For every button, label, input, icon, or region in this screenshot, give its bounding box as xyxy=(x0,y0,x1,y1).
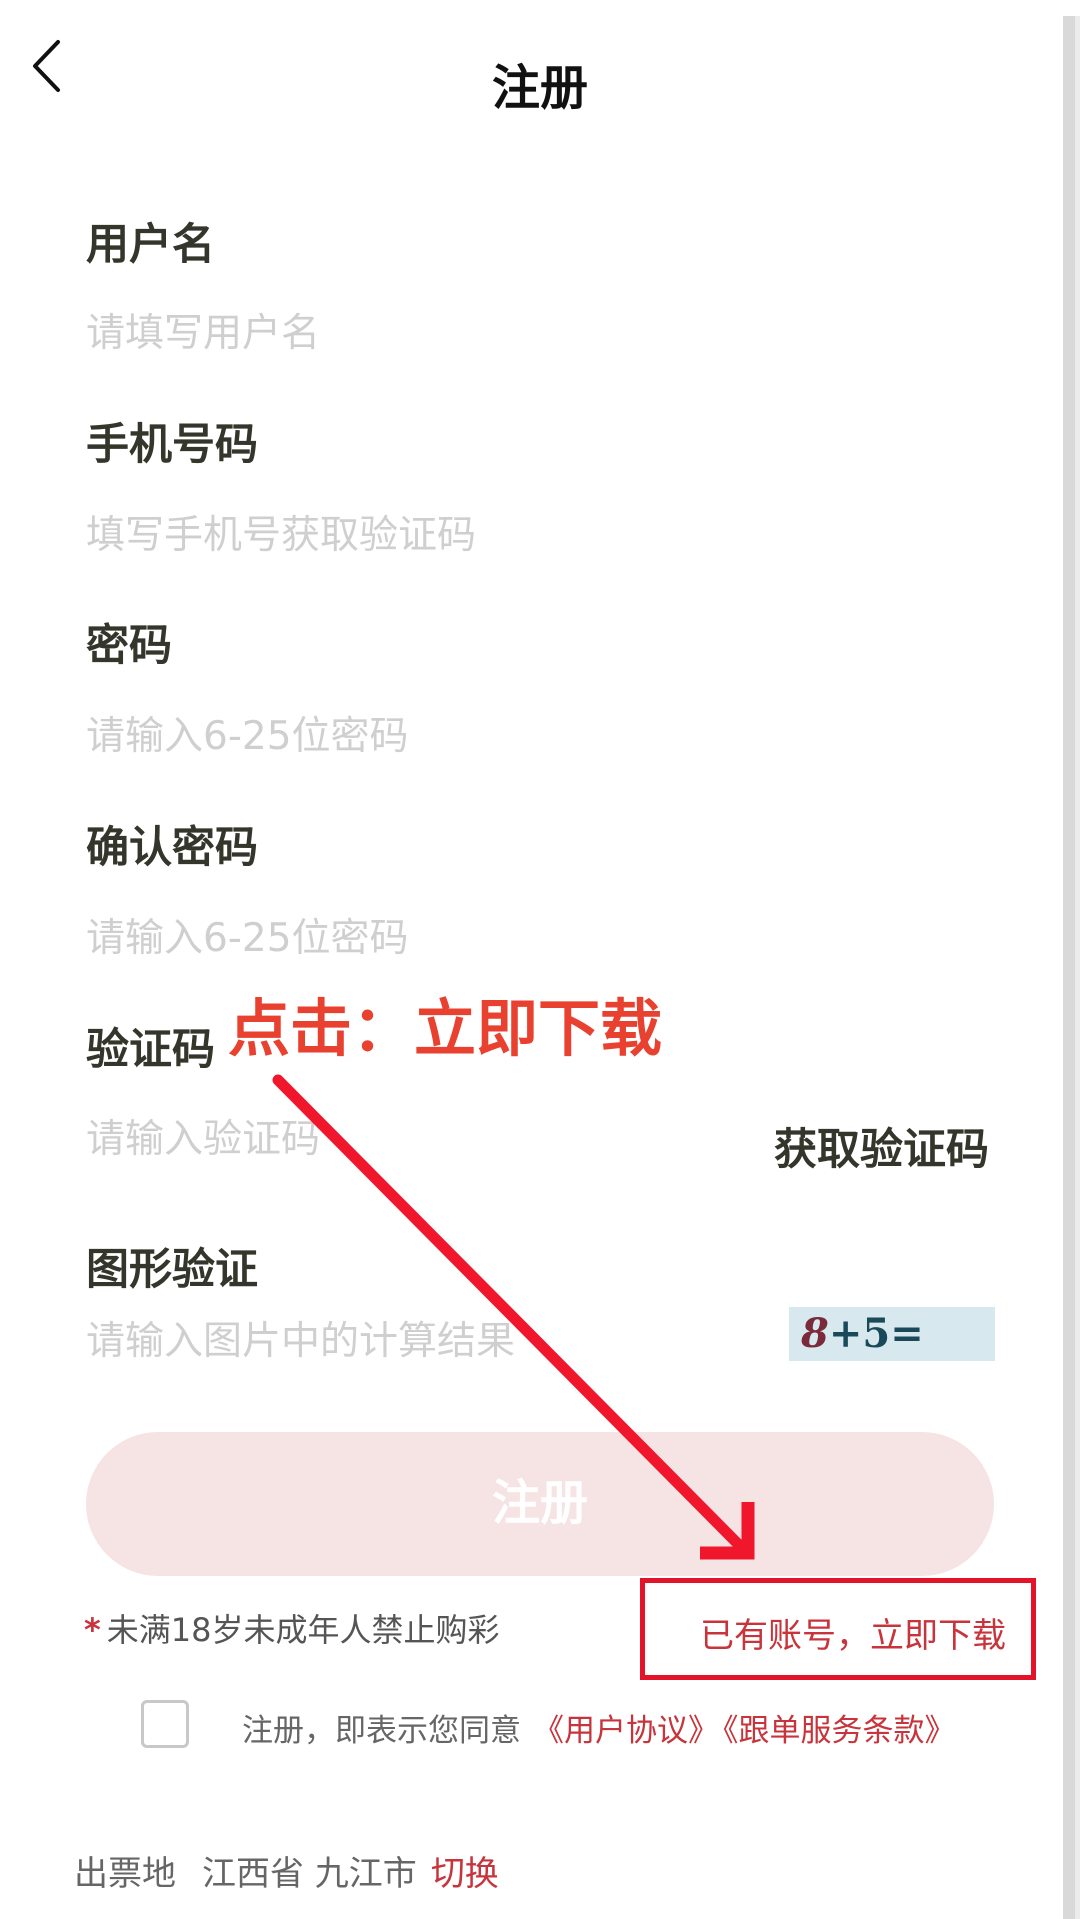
password-input[interactable] xyxy=(86,708,766,764)
sms-code-label: 验证码 xyxy=(86,1025,215,1075)
age-notice: * 未满18岁未成年人禁止购彩 xyxy=(84,1605,499,1651)
service-terms-link[interactable]: 《跟单服务条款》 xyxy=(723,1713,956,1749)
phone-label: 手机号码 xyxy=(86,420,258,470)
location-city: 江西省 九江市 xyxy=(202,1854,417,1894)
page-title: 注册 xyxy=(491,60,588,116)
location-label: 出票地 xyxy=(74,1854,176,1894)
agreement-prefix: 注册，即表示您同意 xyxy=(242,1713,521,1749)
password-label: 密码 xyxy=(86,621,172,671)
confirm-password-label: 确认密码 xyxy=(86,823,258,873)
captcha-label: 图形验证 xyxy=(86,1245,258,1295)
phone-input[interactable] xyxy=(86,507,766,563)
annotation-text: 点击：立即下载 xyxy=(228,992,663,1065)
confirm-password-input[interactable] xyxy=(86,910,766,966)
sms-code-input[interactable] xyxy=(86,1111,646,1167)
get-code-button[interactable]: 获取验证码 xyxy=(774,1115,989,1177)
captcha-digit: 8 xyxy=(801,1310,829,1357)
captcha-image[interactable]: 8+5= xyxy=(789,1307,995,1361)
ticket-location: 出票地 江西省 九江市 切换 xyxy=(74,1846,499,1895)
username-label: 用户名 xyxy=(86,220,215,270)
location-switch-link[interactable]: 切换 xyxy=(431,1854,499,1894)
login-download-label: 已有账号，立即下载 xyxy=(700,1616,1006,1656)
login-download-link[interactable]: 已有账号，立即下载 xyxy=(640,1578,1036,1680)
captcha-input[interactable] xyxy=(86,1313,766,1369)
username-input[interactable] xyxy=(86,305,766,361)
captcha-expression: +5= xyxy=(828,1310,924,1357)
age-notice-text: 未满18岁未成年人禁止购彩 xyxy=(106,1611,500,1649)
agreement-text: 注册，即表示您同意 《用户协议》 《跟单服务条款》 xyxy=(242,1705,956,1750)
agreement-checkbox[interactable] xyxy=(141,1700,189,1748)
scrollbar[interactable] xyxy=(1063,16,1080,1919)
register-button[interactable]: 注册 xyxy=(86,1432,994,1576)
required-star: * xyxy=(84,1611,101,1649)
user-agreement-link[interactable]: 《用户协议》 xyxy=(533,1713,719,1749)
